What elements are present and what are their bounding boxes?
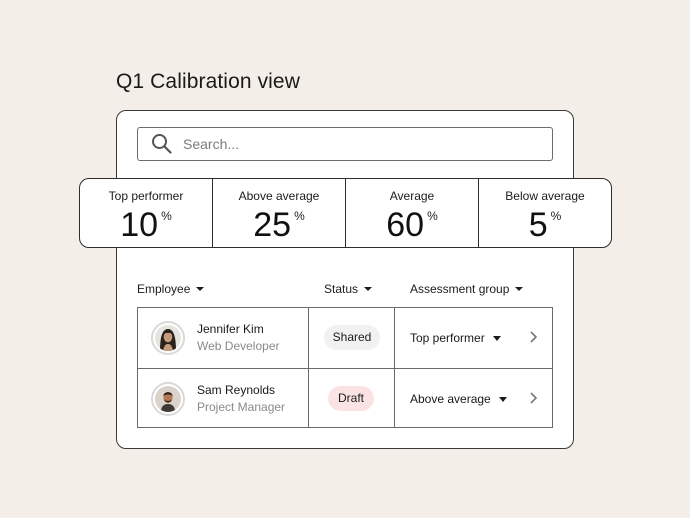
employee-cell: Sam Reynolds Project Manager [138,369,309,428]
caret-down-icon [498,396,507,402]
assessment-group-select[interactable]: Above average [410,392,507,406]
column-header-label: Status [324,282,359,296]
employee-table: Jennifer Kim Web Developer Shared Top pe… [137,307,553,428]
column-header-assessment-group[interactable]: Assessment group [410,282,524,296]
distribution-summary: Top performer 10% Above average 25% Aver… [79,178,612,248]
employee-role: Project Manager [197,400,286,414]
caret-down-icon [196,287,205,291]
stat-value: 5 [528,206,548,244]
stat-value: 10 [120,206,159,244]
stat-unit: % [294,209,305,223]
status-badge: Shared [324,325,380,350]
status-badge: Draft [328,386,374,411]
page-title: Q1 Calibration view [116,70,300,93]
assessment-group-cell: Top performer [395,308,552,368]
stat-label: Below average [505,189,585,203]
avatar-photo [155,386,181,412]
status-cell: Draft [309,369,395,428]
search-placeholder: Search... [183,136,240,152]
column-header-status[interactable]: Status [324,282,373,296]
stat-unit: % [161,209,172,223]
stat-below-average[interactable]: Below average 5% [478,179,611,247]
column-header-label: Employee [137,282,191,296]
assessment-group-value: Above average [410,392,491,406]
employee-role: Web Developer [197,339,280,353]
employee-name: Sam Reynolds [197,383,276,397]
chevron-right-icon[interactable] [528,330,538,344]
search-input[interactable]: Search... [137,127,553,161]
caret-down-icon [492,335,501,341]
stat-unit: % [427,209,438,223]
assessment-group-select[interactable]: Top performer [410,331,501,345]
column-header-employee[interactable]: Employee [137,282,205,296]
search-icon [151,133,173,155]
avatar [151,321,185,355]
stat-top-performer[interactable]: Top performer 10% [80,179,212,247]
avatar-photo [155,325,181,351]
stat-average[interactable]: Average 60% [345,179,478,247]
stat-value: 25 [253,206,292,244]
stat-unit: % [550,209,562,223]
stat-label: Top performer [108,189,184,203]
employee-cell: Jennifer Kim Web Developer [138,308,309,368]
avatar [151,382,185,416]
employee-name: Jennifer Kim [197,322,264,336]
assessment-group-value: Top performer [410,331,485,345]
status-cell: Shared [309,308,395,368]
caret-down-icon [364,287,373,291]
stat-label: Above average [238,189,320,203]
table-row[interactable]: Jennifer Kim Web Developer Shared Top pe… [138,308,552,368]
table-row[interactable]: Sam Reynolds Project Manager Draft Above… [138,368,552,428]
stat-above-average[interactable]: Above average 25% [212,179,345,247]
column-header-label: Assessment group [410,282,510,296]
stat-value: 60 [386,206,425,244]
caret-down-icon [515,287,524,291]
assessment-group-cell: Above average [395,369,552,428]
stat-label: Average [389,189,435,203]
chevron-right-icon[interactable] [528,391,538,405]
